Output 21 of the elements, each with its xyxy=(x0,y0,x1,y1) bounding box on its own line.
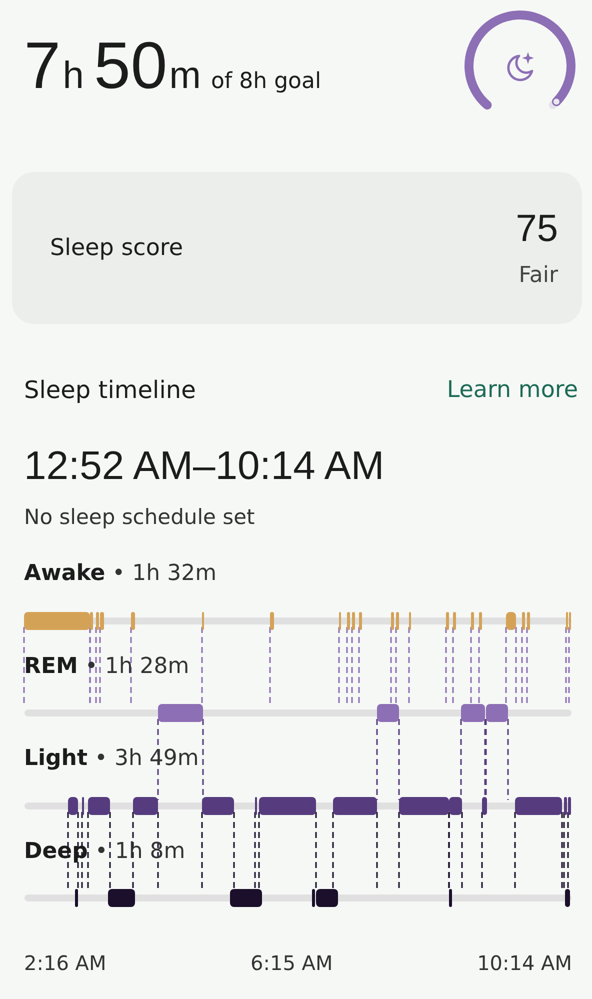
axis-time-label: 6:15 AM xyxy=(250,951,333,975)
minutes-unit: m xyxy=(169,55,201,98)
hours-unit: h xyxy=(62,55,84,98)
moon-icon xyxy=(507,52,534,82)
sleep-range: 12:52 AM–10:14 AM xyxy=(23,443,386,489)
axis-time-label: 10:14 AM xyxy=(477,951,572,975)
sleep-score-card[interactable]: Sleep score 75 Fair xyxy=(12,172,582,324)
score-rating: Fair xyxy=(518,263,558,288)
score-label: Sleep score xyxy=(50,235,184,261)
minutes-value: 50 xyxy=(94,27,168,103)
axis-time-label: 2:16 AM xyxy=(24,951,106,975)
stage-label: REM • 1h 28m xyxy=(24,654,190,678)
hours-value: 7 xyxy=(24,27,61,103)
goal-text: of 8h goal xyxy=(210,69,322,94)
stage-label: Deep • 1h 8m xyxy=(24,838,186,864)
score-value: 75 xyxy=(516,208,558,251)
stage-label: Light • 3h 49m xyxy=(24,746,199,771)
stage-label: Awake • 1h 32m xyxy=(24,561,216,586)
learn-more-link[interactable]: Learn more xyxy=(446,377,578,403)
schedule-text: No sleep schedule set xyxy=(23,504,256,529)
section-title: Sleep timeline xyxy=(24,376,196,404)
